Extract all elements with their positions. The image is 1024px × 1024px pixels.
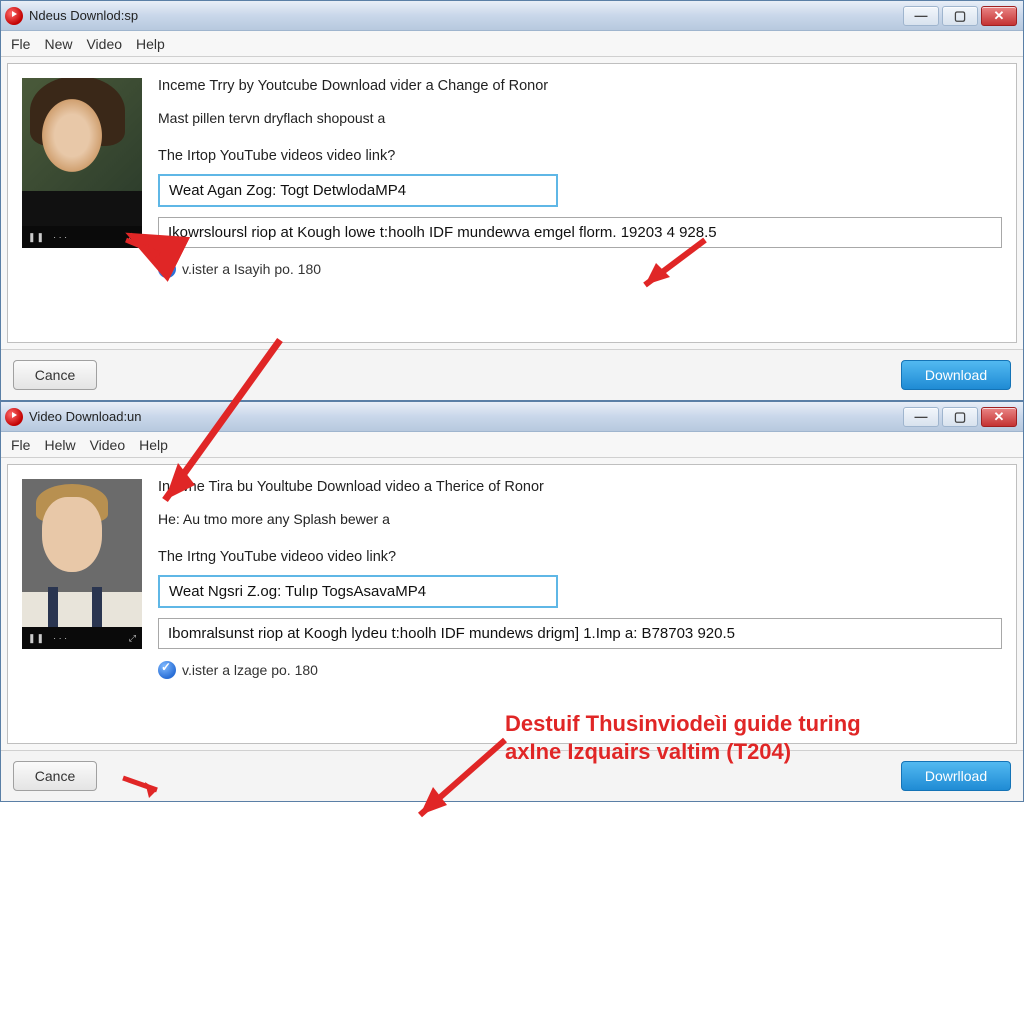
content-area: ❚❚ · · · ⤢ Inceme Trry by Youtcube Downl… [7, 63, 1017, 343]
thumbnail-image [22, 479, 142, 627]
menu-file[interactable]: Fle [11, 437, 30, 453]
video-thumbnail[interactable]: ❚❚ · · · ⤢ [22, 479, 142, 649]
video-subtitle-text: Mast pillen tervn dryflach shopoust a [158, 110, 1002, 126]
format-input[interactable] [158, 575, 558, 608]
pause-icon[interactable]: ❚❚ [28, 232, 45, 243]
video-title-text: Inowne Tira bu Youltube Download video a… [158, 479, 1002, 495]
menu-video[interactable]: Video [90, 437, 126, 453]
menu-help[interactable]: Help [139, 437, 168, 453]
close-button[interactable]: ✕ [981, 6, 1017, 26]
thumbnail-column: ❚❚ · · · ⤢ [22, 479, 142, 725]
thumbnail-controls[interactable]: ❚❚ · · · ⤢ [22, 226, 142, 248]
time-text: · · · [53, 232, 67, 242]
window-title: Video Download:un [29, 409, 903, 424]
minimize-button[interactable]: — [903, 6, 939, 26]
thumbnail-controls[interactable]: ❚❚ · · · ⤢ [22, 627, 142, 649]
option-label: v.ister a lzage po. 180 [182, 662, 318, 678]
video-thumbnail[interactable]: ❚❚ · · · ⤢ [22, 78, 142, 248]
path-input[interactable] [158, 618, 1002, 649]
cancel-button[interactable]: Cance [13, 761, 97, 791]
annotation-text: Destuif Thusinviodeìi guide turingaxIne … [505, 710, 955, 765]
thumbnail-column: ❚❚ · · · ⤢ [22, 78, 142, 324]
option-row[interactable]: v.ister a Isayih po. 180 [158, 260, 1002, 278]
maximize-button[interactable]: ▢ [942, 407, 978, 427]
window-controls: — ▢ ✕ [903, 407, 1017, 427]
close-button[interactable]: ✕ [981, 407, 1017, 427]
maximize-button[interactable]: ▢ [942, 6, 978, 26]
url-prompt-label: The Irtng YouTube videoo video link? [158, 549, 1002, 565]
menu-bar: Fle New Video Help [1, 31, 1023, 57]
fullscreen-icon[interactable]: ⤢ [129, 232, 136, 243]
form-fields: Inowne Tira bu Youltube Download video a… [158, 479, 1002, 725]
menu-new[interactable]: New [44, 36, 72, 52]
menu-file[interactable]: Fle [11, 36, 30, 52]
time-text: · · · [53, 633, 67, 643]
check-icon [158, 260, 176, 278]
thumbnail-image [22, 78, 142, 226]
video-subtitle-text: He: Au tmo more any Splash bewer a [158, 511, 1002, 527]
titlebar[interactable]: Video Download:un — ▢ ✕ [1, 402, 1023, 432]
video-title-text: Inceme Trry by Youtcube Download vider a… [158, 78, 1002, 94]
fullscreen-icon[interactable]: ⤢ [129, 633, 136, 644]
format-input[interactable] [158, 174, 558, 207]
menu-helw[interactable]: Helw [44, 437, 75, 453]
option-row[interactable]: v.ister a lzage po. 180 [158, 661, 1002, 679]
app-window-1: Ndeus Downlod:sp — ▢ ✕ Fle New Video Hel… [0, 0, 1024, 401]
window-controls: — ▢ ✕ [903, 6, 1017, 26]
menu-help[interactable]: Help [136, 36, 165, 52]
cancel-button[interactable]: Cance [13, 360, 97, 390]
pause-icon[interactable]: ❚❚ [28, 633, 45, 644]
menu-video[interactable]: Video [86, 36, 122, 52]
option-label: v.ister a Isayih po. 180 [182, 261, 321, 277]
titlebar[interactable]: Ndeus Downlod:sp — ▢ ✕ [1, 1, 1023, 31]
minimize-button[interactable]: — [903, 407, 939, 427]
app-icon [5, 408, 23, 426]
download-button[interactable]: Download [901, 360, 1011, 390]
form-fields: Inceme Trry by Youtcube Download vider a… [158, 78, 1002, 324]
path-input[interactable] [158, 217, 1002, 248]
download-button[interactable]: Dowrlload [901, 761, 1011, 791]
menu-bar: Fle Helw Video Help [1, 432, 1023, 458]
check-icon [158, 661, 176, 679]
content-area: ❚❚ · · · ⤢ Inowne Tira bu Youltube Downl… [7, 464, 1017, 744]
url-prompt-label: The Irtop YouTube videos video link? [158, 148, 1002, 164]
button-bar: Cance Download [1, 349, 1023, 400]
app-icon [5, 7, 23, 25]
window-title: Ndeus Downlod:sp [29, 8, 903, 23]
